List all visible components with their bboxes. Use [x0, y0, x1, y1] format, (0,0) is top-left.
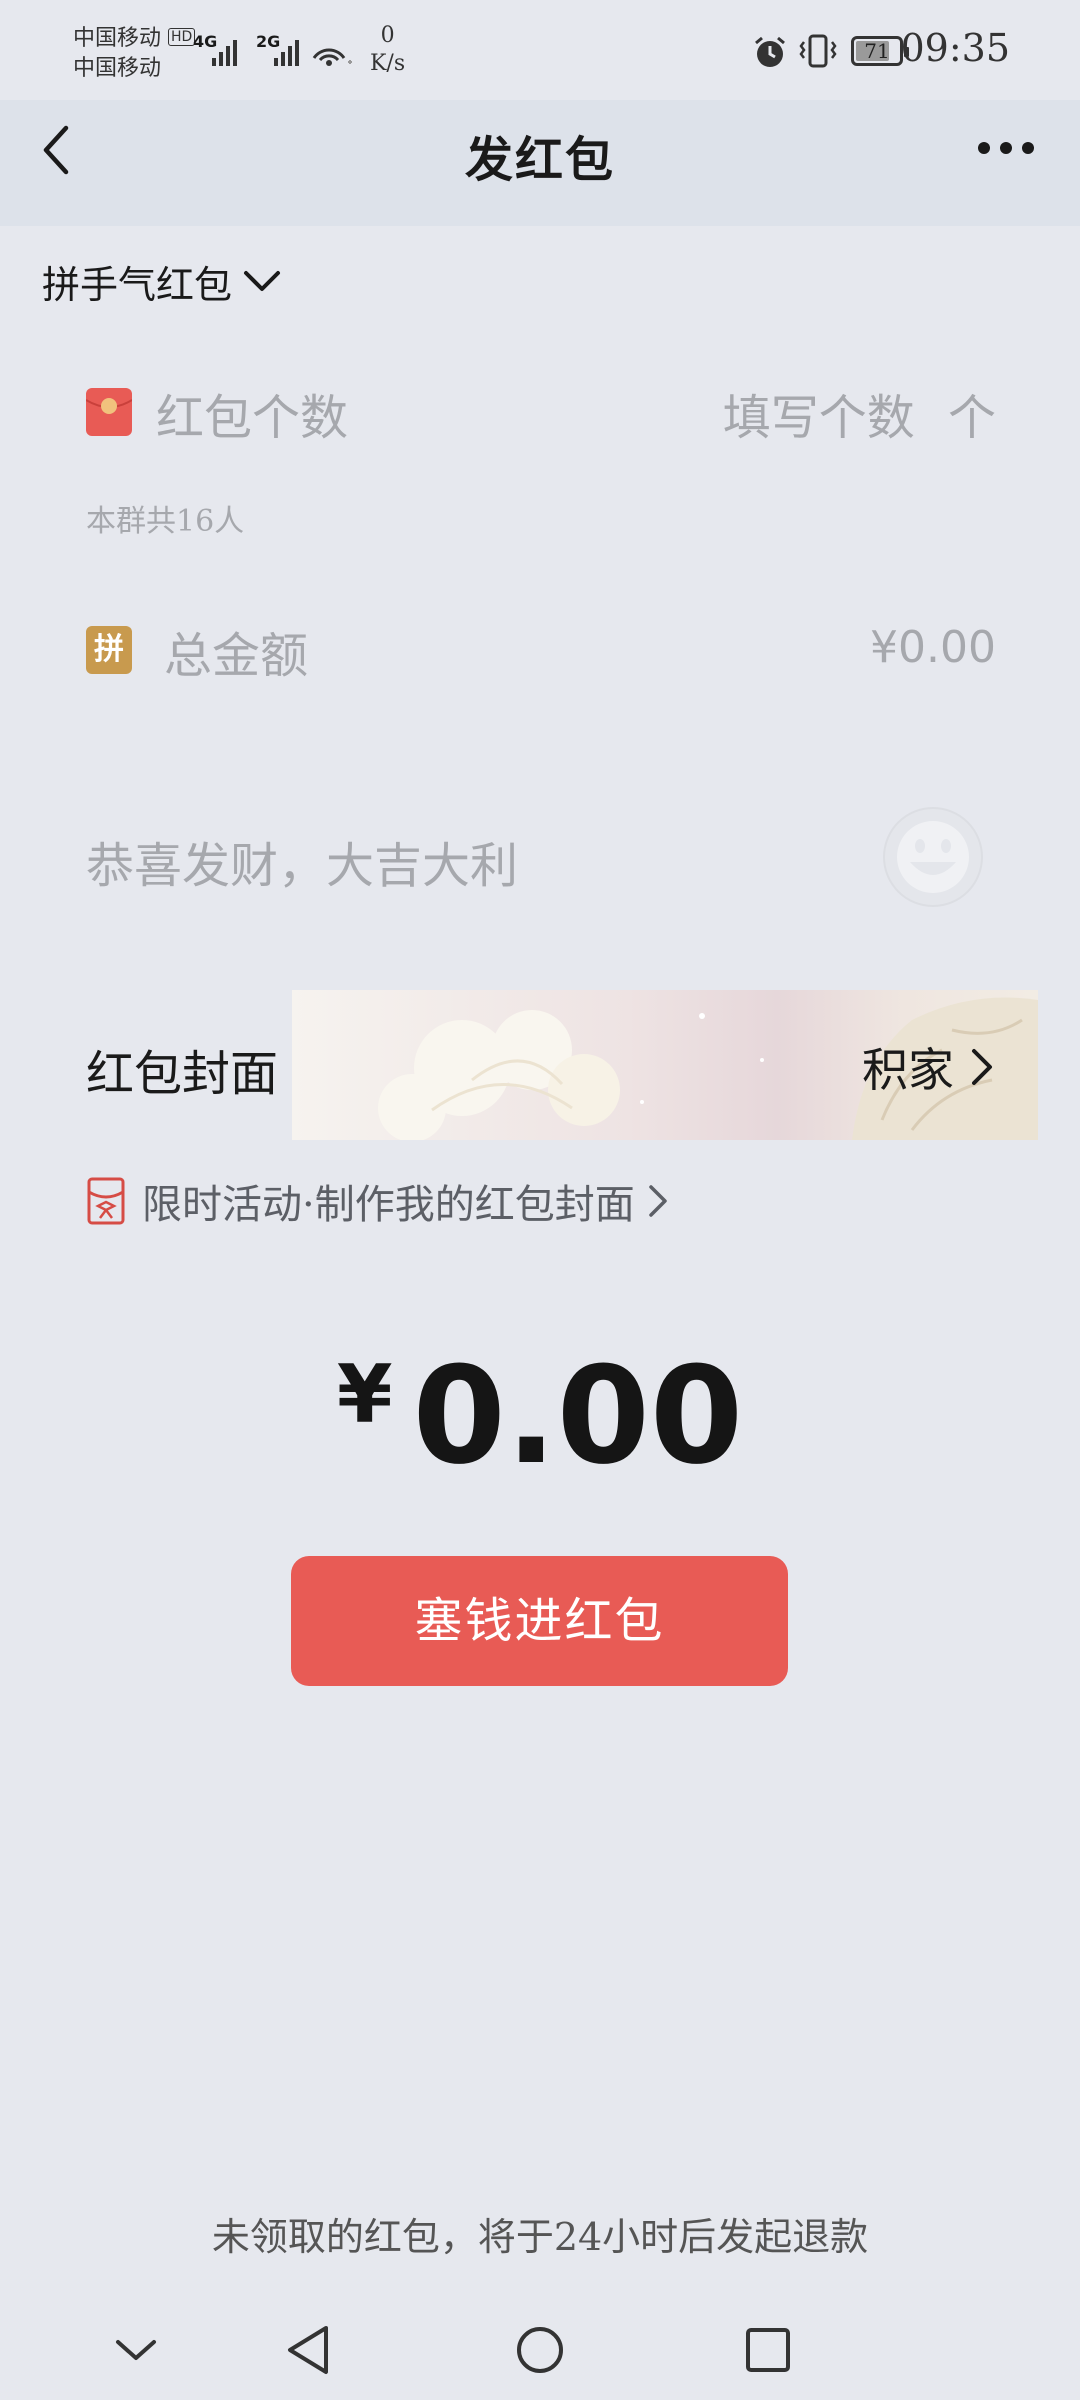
pin-badge-icon: 拼	[86, 626, 132, 674]
chevron-right-icon	[648, 1185, 667, 1217]
hd-badge: HD	[168, 28, 196, 46]
chevron-down-icon	[244, 270, 281, 291]
more-icon	[978, 142, 1034, 154]
page-title: 发红包	[464, 132, 615, 188]
chevron-down-icon	[116, 2340, 156, 2360]
red-packet-icon	[85, 388, 133, 436]
packet-count-row[interactable]: 红包个数 填写个数 个	[85, 372, 996, 452]
total-amount-value: 0.00	[412, 1338, 744, 1494]
put-money-button[interactable]: 塞钱进红包	[291, 1556, 788, 1686]
network-speed: 0 K/s	[370, 22, 405, 78]
promo-text: 限时活动·制作我的红包封面	[142, 1182, 635, 1228]
signal-strength-icon	[212, 40, 237, 66]
carrier-1: 中国移动	[73, 26, 162, 51]
packet-cover-value: 积家	[862, 1034, 994, 1100]
packet-type-selector[interactable]: 拼手气红包	[42, 254, 282, 309]
signal-strength-icon	[274, 40, 299, 66]
cover-promo-link[interactable]: 限时活动·制作我的红包封面	[86, 1172, 671, 1230]
packet-type-label: 拼手气红包	[42, 263, 233, 307]
battery-level: 71	[864, 39, 890, 63]
more-options-button[interactable]	[974, 126, 1038, 170]
status-bar: 中国移动 HD 中国移动 4G 2G 0 K/s 71 09:35	[0, 0, 1080, 100]
system-nav-bar	[0, 2300, 1080, 2400]
chevron-right-icon	[972, 1049, 992, 1085]
packet-cover-image: 积家	[292, 990, 1038, 1140]
nav-home-button[interactable]	[510, 2320, 570, 2380]
packet-cover-row[interactable]: 红包封面 积家	[0, 990, 1080, 1140]
packet-count-placeholder: 填写个数	[722, 390, 915, 446]
carrier-2: 中国移动	[73, 56, 162, 81]
packet-count-unit: 个	[947, 390, 996, 446]
header: 发红包	[0, 100, 1080, 226]
network-speed-value: 0	[380, 23, 395, 48]
wifi-icon	[312, 48, 352, 66]
battery-icon: 71	[851, 36, 909, 66]
group-size-hint: 本群共16人	[86, 504, 245, 539]
nav-recents-button[interactable]	[738, 2320, 798, 2380]
packet-cover-label: 红包封面	[86, 1046, 279, 1102]
cover-brand-name: 积家	[862, 1043, 954, 1097]
alarm-icon	[755, 36, 785, 67]
total-amount-input[interactable]: ¥0.00	[870, 622, 996, 673]
packet-count-label: 红包个数	[156, 390, 349, 446]
total-amount-label: 总金额	[164, 628, 309, 684]
nav-hide-button[interactable]	[106, 2320, 166, 2380]
vibrate-icon	[799, 34, 837, 68]
circle-home-icon	[517, 2327, 563, 2373]
currency-symbol: ¥	[336, 1348, 393, 1441]
total-amount-row[interactable]: 拼 总金额 ¥0.00	[86, 610, 996, 690]
red-envelope-outline-icon	[87, 1177, 125, 1225]
nav-back-button[interactable]	[278, 2320, 338, 2380]
packet-count-input[interactable]: 填写个数 个	[723, 378, 996, 448]
greeting-input[interactable]: 恭喜发财，大吉大利	[86, 826, 518, 896]
smiley-icon	[883, 807, 983, 907]
status-time: 09:35	[900, 26, 1010, 70]
carrier-info: 中国移动 HD 中国移动	[73, 22, 196, 84]
total-amount-display: ¥0.00	[0, 1338, 1080, 1494]
network-speed-unit: K/s	[370, 51, 406, 76]
refund-note: 未领取的红包，将于24小时后发起退款	[211, 2215, 869, 2259]
square-recents-icon	[746, 2328, 790, 2372]
triangle-back-icon	[288, 2326, 328, 2374]
emoji-button[interactable]	[882, 806, 984, 908]
